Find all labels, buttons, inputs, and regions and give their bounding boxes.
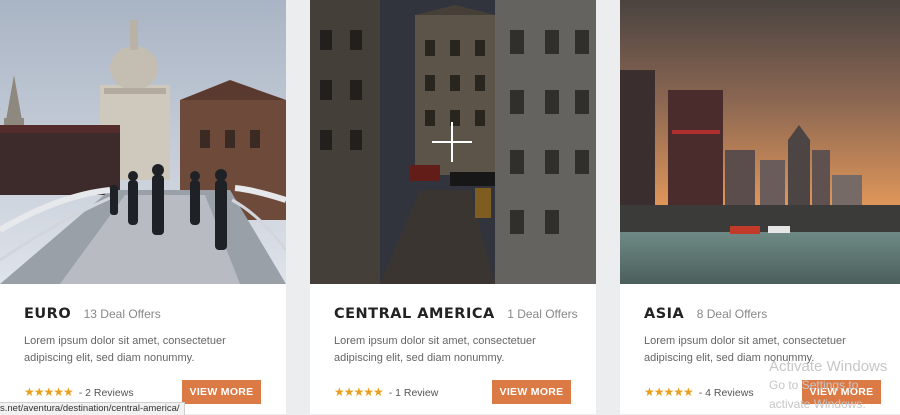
destination-title-row: EURO 13 Deal Offers [24, 305, 161, 323]
destination-title-row: ASIA 8 Deal Offers [644, 305, 767, 323]
destination-title-row: CENTRAL AMERICA 1 Deal Offers [334, 305, 578, 323]
deal-offers-count: 13 Deal Offers [83, 307, 161, 321]
rating: ★★★★★ - 2 Reviews [24, 385, 134, 399]
destination-card-central-america: CENTRAL AMERICA 1 Deal Offers Lorem ipsu… [310, 0, 596, 414]
destination-title[interactable]: EURO [24, 306, 71, 322]
rating: ★★★★★ - 4 Reviews [644, 385, 754, 399]
asia-destination-photo[interactable] [620, 0, 900, 284]
destination-description: Lorem ipsum dolor sit amet, consectetuer… [334, 335, 536, 364]
deal-offers-count: 8 Deal Offers [696, 307, 768, 321]
rating-stars-icon: ★★★★★ [334, 385, 384, 399]
deal-offers-count: 1 Deal Offers [507, 307, 578, 321]
review-count[interactable]: - 4 Reviews [699, 387, 754, 399]
euro-destination-photo[interactable] [0, 0, 286, 284]
rating-stars-icon: ★★★★★ [644, 385, 694, 399]
destination-card-euro: EURO 13 Deal Offers Lorem ipsum dolor si… [0, 0, 286, 414]
destination-card-asia: ASIA 8 Deal Offers Lorem ipsum dolor sit… [620, 0, 900, 414]
review-count[interactable]: - 1 Review [389, 387, 439, 399]
plus-icon[interactable] [432, 122, 472, 162]
view-more-button[interactable]: VIEW MORE [492, 380, 571, 404]
activate-windows-watermark: Activate Windows Go to Settings to activ… [769, 357, 900, 414]
watermark-title: Activate Windows [769, 358, 888, 375]
rating-stars-icon: ★★★★★ [24, 385, 74, 399]
review-count[interactable]: - 2 Reviews [79, 387, 134, 399]
destination-title[interactable]: ASIA [644, 306, 684, 322]
rating: ★★★★★ - 1 Review [334, 385, 438, 399]
watermark-subtitle: Go to Settings to activate Windows. [769, 378, 866, 411]
destination-title[interactable]: CENTRAL AMERICA [334, 306, 495, 322]
status-bar-url: s.net/aventura/destination/central-ameri… [0, 402, 185, 415]
view-more-button[interactable]: VIEW MORE [182, 380, 261, 404]
destination-description: Lorem ipsum dolor sit amet, consectetuer… [24, 335, 226, 364]
